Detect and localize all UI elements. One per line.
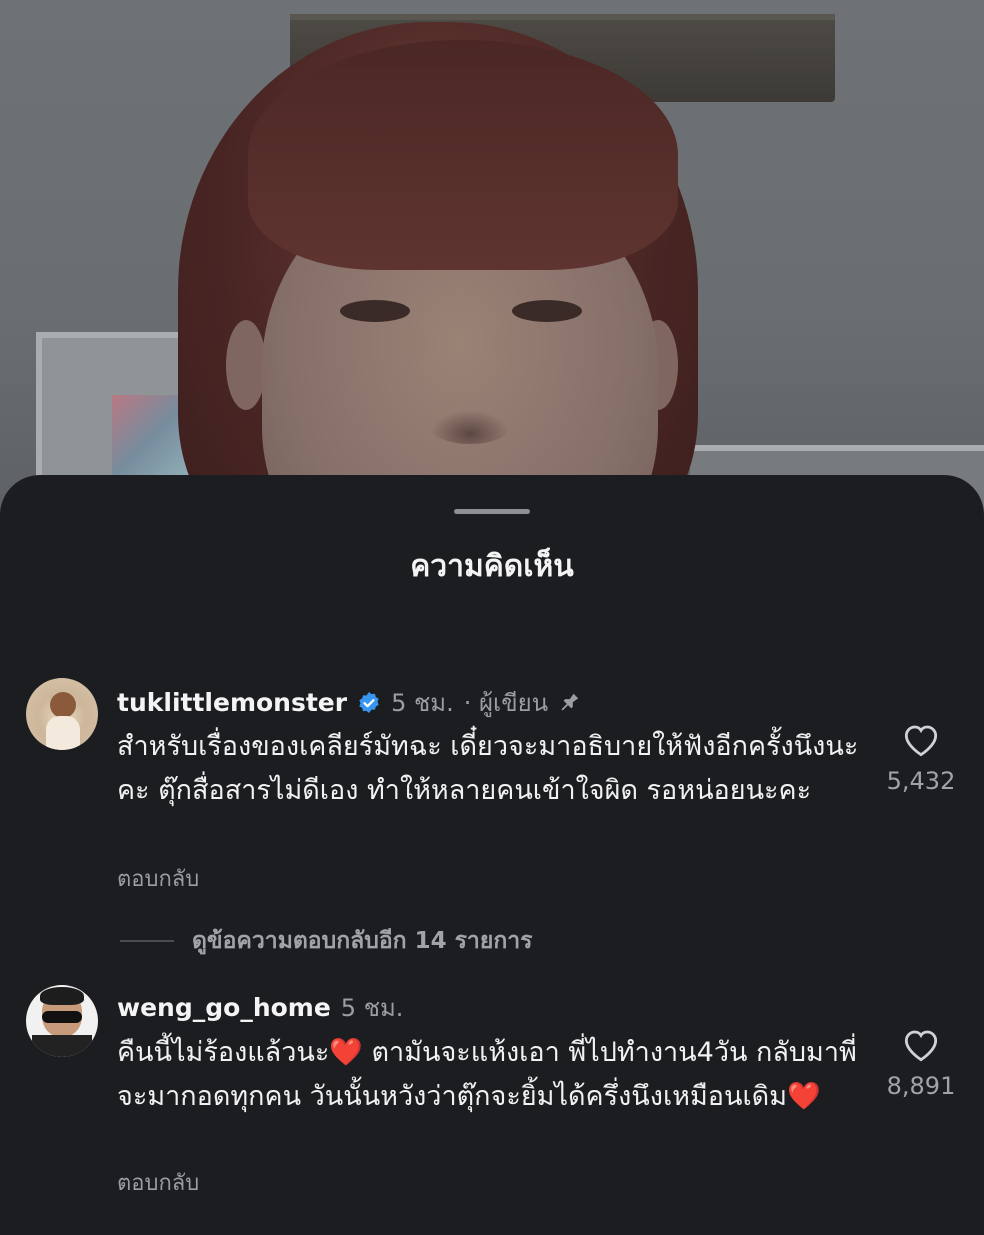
- person-nose: [430, 410, 510, 444]
- person-ear-left: [226, 320, 266, 410]
- author-tag: · ผู้เขียน: [463, 689, 549, 717]
- comments-sheet: ความคิดเห็น tuklittlemonster 5 ชม. · ผู้…: [0, 475, 984, 1235]
- shelf-edge: [290, 14, 835, 20]
- comment-time: 5 ชม.: [391, 689, 454, 717]
- avatar-photo-shirt: [32, 1035, 92, 1057]
- avatar[interactable]: [26, 985, 98, 1057]
- heart-icon[interactable]: [902, 723, 940, 757]
- live-video-background: [0, 0, 984, 520]
- heart-icon[interactable]: [902, 1028, 940, 1062]
- avatar-photo-hair: [40, 987, 84, 1005]
- person-eye-left: [340, 300, 410, 322]
- view-replies-button[interactable]: ดูข้อความตอบกลับอีก 14 รายการ: [120, 923, 533, 959]
- divider-line: [120, 940, 174, 942]
- avatar[interactable]: [26, 678, 98, 750]
- comment-username[interactable]: weng_go_home: [117, 993, 331, 1022]
- comment-meta: weng_go_home 5 ชม.: [117, 988, 403, 1027]
- view-replies-label: ดูข้อความตอบกลับอีก 14 รายการ: [192, 928, 533, 954]
- like-button[interactable]: 5,432: [878, 723, 964, 795]
- comment-username[interactable]: tuklittlemonster: [117, 688, 347, 717]
- like-button[interactable]: 8,891: [878, 1028, 964, 1100]
- sheet-drag-handle[interactable]: [454, 509, 530, 514]
- avatar-photo-glasses: [42, 1011, 82, 1023]
- verified-badge-icon: [357, 691, 381, 715]
- avatar-photo-body: [46, 716, 80, 750]
- comment-meta: tuklittlemonster 5 ชม. · ผู้เขียน: [117, 683, 582, 722]
- person-bangs: [248, 40, 678, 270]
- sheet-title: ความคิดเห็น: [410, 549, 574, 584]
- avatar-photo-head: [50, 692, 76, 718]
- like-count: 5,432: [886, 767, 956, 795]
- reply-button[interactable]: ตอบกลับ: [117, 861, 199, 896]
- comment-text: สำหรับเรื่องของเคลียร์มัทฉะ เดี๋ยวจะมาอธ…: [117, 731, 859, 806]
- pin-icon: [556, 690, 582, 716]
- comment-time: 5 ชม.: [340, 994, 404, 1022]
- comment-text: คืนนี้ไม่ร้องแล้วนะ❤️ ตามันจะแห้งเอา พี่…: [117, 1037, 857, 1112]
- person-eye-right: [512, 300, 582, 322]
- reply-button[interactable]: ตอบกลับ: [117, 1165, 199, 1200]
- like-count: 8,891: [886, 1072, 956, 1100]
